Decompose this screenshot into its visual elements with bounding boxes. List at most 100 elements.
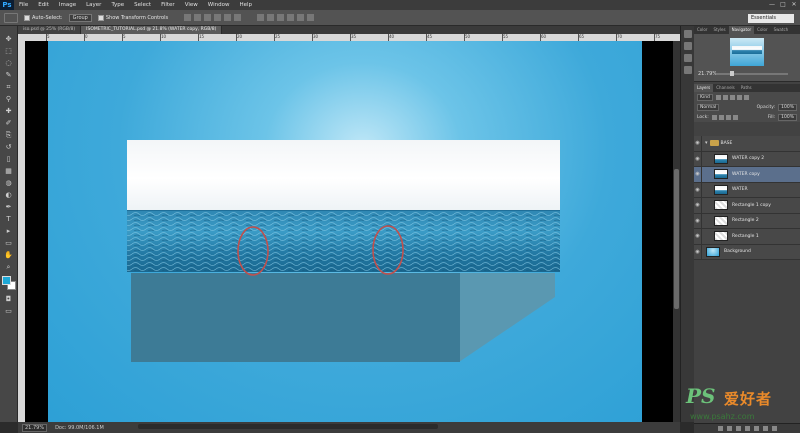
character-icon[interactable] <box>683 54 692 62</box>
auto-select-checkbox[interactable]: Auto-Select: <box>24 14 63 21</box>
blur-tool-icon[interactable]: ◍ <box>4 178 14 188</box>
visibility-eye-icon[interactable]: ◉ <box>694 244 702 260</box>
move-tool-preset[interactable] <box>4 12 18 23</box>
tab-styles[interactable]: Styles <box>710 26 728 34</box>
marquee-tool-icon[interactable]: ⬚ <box>4 46 14 56</box>
visibility-eye-icon[interactable]: ◉ <box>694 213 702 229</box>
screen-mode-icon[interactable]: ▭ <box>4 306 14 316</box>
distribute-hcenter-icon[interactable] <box>297 14 305 21</box>
filter-adjust-icon[interactable] <box>722 94 728 100</box>
ruler-vertical[interactable] <box>18 41 25 422</box>
distribute-bottom-icon[interactable] <box>277 14 285 21</box>
align-left-icon[interactable] <box>214 14 222 21</box>
align-top-icon[interactable] <box>184 14 192 21</box>
chevron-down-icon[interactable]: ▾ <box>705 140 708 146</box>
tab-swatch[interactable]: Swatch <box>771 26 792 34</box>
align-right-icon[interactable] <box>234 14 242 21</box>
navigator-zoom-slider[interactable] <box>716 71 788 76</box>
properties-icon[interactable] <box>683 42 692 50</box>
layer-row[interactable]: ◉ Rectangle 1 <box>694 228 800 245</box>
align-hcenter-icon[interactable] <box>224 14 232 21</box>
layer-group-row[interactable]: ◉ ▾ BASE <box>694 135 800 152</box>
clone-tool-icon[interactable]: ⎘ <box>4 130 14 140</box>
document-tab[interactable]: iso.psd @ 25% (RGB/8) <box>18 26 82 34</box>
brush-tool-icon[interactable]: ✐ <box>4 118 14 128</box>
auto-select-dropdown[interactable]: Group <box>68 13 92 22</box>
close-button[interactable]: ✕ <box>790 1 798 8</box>
distribute-top-icon[interactable] <box>257 14 265 21</box>
distribute-right-icon[interactable] <box>307 14 315 21</box>
visibility-eye-icon[interactable]: ◉ <box>694 197 702 213</box>
checkbox-box[interactable] <box>24 14 30 21</box>
opacity-field[interactable]: 100% <box>778 103 797 111</box>
menu-file[interactable]: File <box>14 2 33 8</box>
menu-layer[interactable]: Layer <box>81 2 106 8</box>
type-tool-icon[interactable]: T <box>4 214 14 224</box>
dodge-tool-icon[interactable]: ◐ <box>4 190 14 200</box>
ruler-horizontal[interactable]: 5 0 5 10 15 20 25 30 35 40 45 50 55 60 65 70 75 <box>18 34 680 41</box>
lock-all-icon[interactable] <box>732 114 738 120</box>
history-icon[interactable] <box>683 30 692 38</box>
quick-select-tool-icon[interactable]: ✎ <box>4 70 14 80</box>
document-tab-active[interactable]: ISOMETRIC_TUTORIAL.psd @ 21.8% (WATER co… <box>81 26 223 34</box>
align-bottom-icon[interactable] <box>204 14 212 21</box>
menu-edit[interactable]: Edit <box>33 2 54 8</box>
color-swatches[interactable] <box>1 276 16 290</box>
eyedropper-tool-icon[interactable]: ⚲ <box>4 94 14 104</box>
visibility-eye-icon[interactable]: ◉ <box>694 135 702 151</box>
menu-select[interactable]: Select <box>129 2 156 8</box>
menu-image[interactable]: Image <box>54 2 81 8</box>
foreground-color-swatch[interactable] <box>1 276 11 285</box>
menu-view[interactable]: View <box>180 2 203 8</box>
gradient-tool-icon[interactable]: ▦ <box>4 166 14 176</box>
blend-mode-dropdown[interactable]: Normal <box>697 103 720 111</box>
menu-type[interactable]: Type <box>106 2 129 8</box>
fill-field[interactable]: 100% <box>778 113 797 121</box>
visibility-eye-icon[interactable]: ◉ <box>694 166 702 182</box>
menu-filter[interactable]: Filter <box>156 2 180 8</box>
layer-row[interactable]: ◉ WATER copy 2 <box>694 151 800 167</box>
layer-row[interactable]: ◉ Rectangle 1 copy <box>694 197 800 214</box>
distribute-left-icon[interactable] <box>287 14 295 21</box>
navigator-thumbnail[interactable] <box>730 38 764 66</box>
align-vcenter-icon[interactable] <box>194 14 202 21</box>
lasso-tool-icon[interactable]: ◌ <box>4 58 14 68</box>
healing-tool-icon[interactable]: ✚ <box>4 106 14 116</box>
show-transform-checkbox[interactable]: Show Transform Controls <box>97 14 168 21</box>
filter-smart-icon[interactable] <box>743 94 749 100</box>
tab-color[interactable]: Color <box>754 26 770 34</box>
kind-filter-dropdown[interactable]: Kind <box>697 93 713 101</box>
workspace-dropdown[interactable]: Essentials <box>748 14 794 23</box>
hand-tool-icon[interactable]: ✋ <box>4 250 14 260</box>
zoom-level-field[interactable]: 21.79% <box>22 423 48 432</box>
doc-size-info[interactable]: Doc: 99.0M/106.1M <box>55 425 104 431</box>
lock-pixels-icon[interactable] <box>718 114 724 120</box>
path-select-tool-icon[interactable]: ▸ <box>4 226 14 236</box>
vertical-scrollbar[interactable] <box>673 41 680 422</box>
menu-help[interactable]: Help <box>234 2 257 8</box>
lock-transparent-icon[interactable] <box>711 114 717 120</box>
document-canvas[interactable] <box>48 41 642 422</box>
maximize-button[interactable]: □ <box>779 1 787 8</box>
minimize-button[interactable]: — <box>768 1 776 8</box>
crop-tool-icon[interactable]: ⌗ <box>4 82 14 92</box>
layer-row[interactable]: ◉ Rectangle 2 <box>694 213 800 229</box>
eraser-tool-icon[interactable]: ▯ <box>4 154 14 164</box>
pen-tool-icon[interactable]: ✒ <box>4 202 14 212</box>
visibility-eye-icon[interactable]: ◉ <box>694 151 702 167</box>
move-tool-icon[interactable]: ✥ <box>4 34 14 44</box>
menu-window[interactable]: Window <box>203 2 235 8</box>
visibility-eye-icon[interactable]: ◉ <box>694 182 702 198</box>
scroll-thumb[interactable] <box>674 169 679 309</box>
tab-paths[interactable]: Paths <box>738 84 755 92</box>
paragraph-icon[interactable] <box>683 66 692 74</box>
layer-row[interactable]: ◉ Background <box>694 244 800 260</box>
checkbox-box[interactable] <box>97 14 104 21</box>
tab-navigator[interactable]: Navigator <box>728 26 755 34</box>
filter-type-icon[interactable] <box>729 94 735 100</box>
tab-channels[interactable]: Channels <box>713 84 738 92</box>
filter-pixel-icon[interactable] <box>715 94 721 100</box>
lock-position-icon[interactable] <box>725 114 731 120</box>
layer-row[interactable]: ◉ WATER copy <box>694 166 800 183</box>
quick-mask-icon[interactable]: ◘ <box>4 294 14 304</box>
